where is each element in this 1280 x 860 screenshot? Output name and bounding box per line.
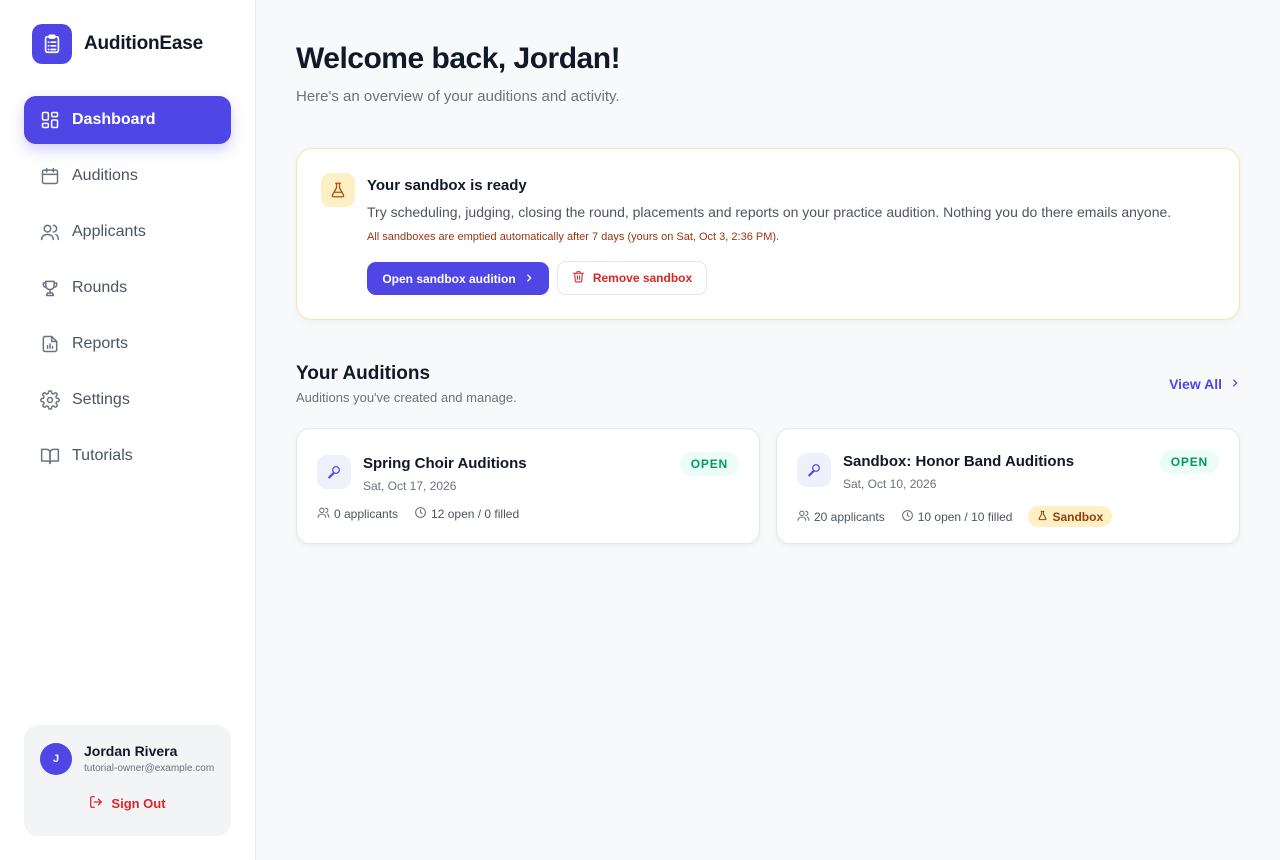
sandbox-banner: Your sandbox is ready Try scheduling, ju…: [296, 148, 1240, 320]
sandbox-tag: Sandbox: [1028, 506, 1113, 527]
flask-icon: [321, 173, 355, 207]
status-badge: OPEN: [679, 452, 739, 476]
audition-date: Sat, Oct 17, 2026: [363, 479, 457, 493]
avatar: J: [40, 743, 72, 775]
audition-meta: 20 applicants 10 open / 10 filled Sandbo…: [797, 506, 1113, 527]
sidebar-item-settings[interactable]: Settings: [24, 376, 231, 424]
open-sandbox-label: Open sandbox audition: [382, 271, 516, 286]
microphone-icon: [317, 455, 351, 489]
users-icon: [40, 222, 60, 242]
report-icon: [40, 334, 60, 354]
microphone-icon: [797, 453, 831, 487]
sidebar-nav: Dashboard Auditions Applicants Rounds Re…: [24, 96, 231, 488]
sidebar: AuditionEase Dashboard Auditions Applica…: [0, 0, 256, 860]
trash-icon: [572, 270, 585, 286]
audition-date: Sat, Oct 10, 2026: [843, 477, 937, 491]
app-name: AuditionEase: [84, 33, 204, 54]
sidebar-item-label: Dashboard: [72, 111, 156, 128]
sandbox-expiry-note: All sandboxes are emptied automatically …: [367, 231, 780, 243]
remove-sandbox-button[interactable]: Remove sandbox: [557, 261, 707, 295]
sidebar-item-applicants[interactable]: Applicants: [24, 208, 231, 256]
sidebar-item-label: Rounds: [72, 279, 128, 296]
view-all-link[interactable]: View All: [1169, 376, 1240, 392]
clock-icon: [414, 506, 427, 522]
sidebar-item-label: Reports: [72, 335, 129, 352]
sidebar-item-auditions[interactable]: Auditions: [24, 152, 231, 200]
remove-sandbox-label: Remove sandbox: [592, 271, 693, 285]
users-icon: [317, 506, 330, 522]
sidebar-item-label: Settings: [72, 391, 130, 408]
sandbox-description: Try scheduling, judging, closing the rou…: [367, 204, 1172, 220]
calendar-icon: [40, 166, 60, 186]
sidebar-item-rounds[interactable]: Rounds: [24, 264, 231, 312]
gear-icon: [40, 390, 60, 410]
slots-text: 12 open / 0 filled: [431, 507, 520, 521]
sidebar-item-reports[interactable]: Reports: [24, 320, 231, 368]
book-icon: [40, 446, 60, 466]
sidebar-item-tutorials[interactable]: Tutorials: [24, 432, 231, 480]
clock-icon: [901, 509, 914, 525]
users-icon: [797, 509, 810, 525]
sign-out-button[interactable]: Sign Out: [24, 795, 231, 812]
chevron-right-icon: [524, 272, 534, 286]
view-all-label: View All: [1169, 376, 1222, 392]
logout-icon: [89, 795, 103, 812]
user-email: tutorial-owner@example.com: [84, 763, 215, 774]
status-badge: OPEN: [1159, 450, 1219, 474]
sidebar-item-label: Applicants: [72, 223, 146, 240]
slots-count: 12 open / 0 filled: [414, 506, 519, 522]
applicants-count: 0 applicants: [317, 506, 398, 522]
sign-out-label: Sign Out: [111, 796, 166, 811]
open-sandbox-button[interactable]: Open sandbox audition: [367, 262, 549, 295]
sidebar-item-dashboard[interactable]: Dashboard: [24, 96, 231, 144]
flask-icon: [1037, 510, 1048, 524]
audition-card[interactable]: Spring Choir Auditions Sat, Oct 17, 2026…: [296, 428, 760, 544]
sandbox-title: Your sandbox is ready: [367, 177, 527, 194]
brand[interactable]: AuditionEase: [32, 24, 203, 64]
applicants-text: 0 applicants: [334, 507, 399, 521]
user-card: J Jordan Rivera tutorial-owner@example.c…: [24, 725, 231, 836]
slots-text: 10 open / 10 filled: [917, 509, 1013, 524]
applicants-count: 20 applicants: [797, 509, 885, 525]
slots-count: 10 open / 10 filled: [901, 509, 1013, 525]
trophy-icon: [40, 278, 60, 298]
page-title: Welcome back, Jordan!: [296, 42, 621, 75]
user-name: Jordan Rivera: [84, 743, 178, 759]
applicants-text: 20 applicants: [814, 509, 885, 524]
sidebar-item-label: Tutorials: [72, 447, 133, 464]
sidebar-item-label: Auditions: [72, 167, 138, 184]
audition-meta: 0 applicants 12 open / 0 filled: [317, 506, 535, 522]
audition-name: Sandbox: Honor Band Auditions: [843, 453, 1075, 470]
sandbox-tag-label: Sandbox: [1052, 509, 1104, 524]
audition-card[interactable]: Sandbox: Honor Band Auditions Sat, Oct 1…: [776, 428, 1240, 544]
section-subtitle: Auditions you've created and manage.: [296, 390, 517, 405]
dashboard-icon: [40, 110, 60, 130]
section-title: Your Auditions: [296, 363, 431, 384]
page-subtitle: Here's an overview of your auditions and…: [296, 88, 620, 105]
clipboard-icon: [32, 24, 72, 64]
audition-name: Spring Choir Auditions: [363, 455, 527, 472]
chevron-right-icon: [1230, 376, 1240, 392]
